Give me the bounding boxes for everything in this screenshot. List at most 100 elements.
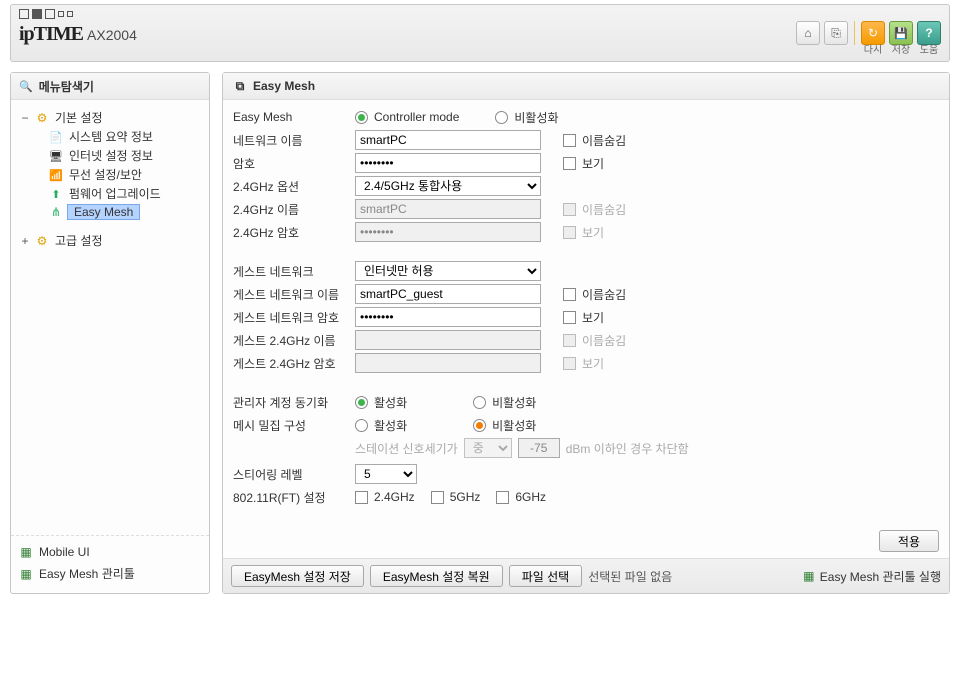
easymesh-disabled-label[interactable]: 비활성화 — [514, 109, 558, 126]
mesh-dense-label: 메시 밀집 구성 — [233, 417, 355, 434]
steering-level-select[interactable]: 5 — [355, 464, 417, 484]
network-name-hide-checkbox[interactable] — [563, 134, 576, 147]
admin-sync-enable-label[interactable]: 활성화 — [374, 394, 407, 411]
ft-6ghz-label[interactable]: 6GHz — [515, 490, 546, 504]
reload-caption: 다시 — [864, 46, 882, 56]
mobile-ui-label: Mobile UI — [39, 545, 90, 559]
controller-mode-radio[interactable] — [355, 111, 368, 124]
pw-24ghz-label: 2.4GHz 암호 — [233, 224, 355, 241]
ft-5ghz-label[interactable]: 5GHz — [450, 490, 481, 504]
admin-sync-label: 관리자 계정 동기화 — [233, 394, 355, 411]
logout-button[interactable] — [824, 21, 848, 45]
tree-item-wireless-settings[interactable]: 무선 설정/보안 — [15, 165, 205, 184]
easy-mesh-manager-label: Easy Mesh 관리툴 — [39, 565, 135, 582]
tree-advanced-settings[interactable]: + 고급 설정 — [15, 231, 205, 250]
easymesh-save-settings-button[interactable]: EasyMesh 설정 저장 — [231, 565, 364, 587]
guest-pw-show-checkbox[interactable] — [563, 311, 576, 324]
toolbar-separator — [854, 21, 855, 45]
help-icon — [925, 26, 932, 40]
mesh-dense-disable-radio[interactable] — [473, 419, 486, 432]
nav-tree: − 기본 설정 시스템 요약 정보 인터넷 설정 정보 무선 설정/보안 펌웨어… — [11, 100, 209, 535]
gear-icon — [35, 234, 49, 248]
ft-6ghz-checkbox[interactable] — [496, 491, 509, 504]
guest-name-input[interactable] — [355, 284, 541, 304]
grid-icon — [19, 567, 33, 581]
option-24ghz-select[interactable]: 2.4/5GHz 통합사용 — [355, 176, 541, 196]
sidebar-title: 메뉴탐색기 — [11, 73, 209, 100]
guest-name-hide-checkbox[interactable] — [563, 288, 576, 301]
reload-button[interactable] — [861, 21, 885, 45]
password-show-checkbox[interactable] — [563, 157, 576, 170]
run-manager-link[interactable]: Easy Mesh 관리툴 실행 — [802, 568, 941, 585]
panel-footer: EasyMesh 설정 저장 EasyMesh 설정 복원 파일 선택 선택된 … — [223, 558, 949, 593]
admin-sync-enable-radio[interactable] — [355, 396, 368, 409]
tree-label: Easy Mesh — [67, 204, 140, 220]
copy-icon — [233, 79, 247, 94]
window-decoration — [19, 9, 941, 19]
admin-sync-disable-radio[interactable] — [473, 396, 486, 409]
file-status-text: 선택된 파일 없음 — [588, 568, 672, 585]
panel-title: Easy Mesh — [253, 79, 315, 93]
sidebar: 메뉴탐색기 − 기본 설정 시스템 요약 정보 인터넷 설정 정보 무선 설정/… — [10, 72, 210, 594]
easymesh-label: Easy Mesh — [233, 110, 355, 124]
gear-icon — [35, 111, 49, 125]
network-name-hide-label[interactable]: 이름숨김 — [582, 132, 626, 149]
home-button[interactable] — [796, 21, 820, 45]
password-input[interactable] — [355, 153, 541, 173]
name-24ghz-hide-label: 이름숨김 — [582, 201, 626, 218]
guest-network-label: 게스트 네트워크 — [233, 263, 355, 280]
save-icon — [894, 26, 908, 40]
file-select-button[interactable]: 파일 선택 — [509, 565, 583, 587]
tree-label: 무선 설정/보안 — [67, 166, 144, 183]
admin-sync-disable-label[interactable]: 비활성화 — [492, 394, 536, 411]
brand-model: AX2004 — [87, 27, 137, 43]
tree-item-firmware-upgrade[interactable]: 펌웨어 업그레이드 — [15, 184, 205, 203]
easymesh-disabled-radio[interactable] — [495, 111, 508, 124]
grid-icon — [19, 545, 33, 559]
mesh-dense-disable-label[interactable]: 비활성화 — [492, 417, 536, 434]
guest-name-label: 게스트 네트워크 이름 — [233, 286, 355, 303]
mesh-dense-enable-radio[interactable] — [355, 419, 368, 432]
help-button[interactable] — [917, 21, 941, 45]
ft-setting-label: 802.11R(FT) 설정 — [233, 489, 355, 506]
steering-label: 스티어링 레벨 — [233, 466, 355, 483]
mobile-ui-link[interactable]: Mobile UI — [17, 542, 203, 562]
pw-24ghz-show-label: 보기 — [582, 224, 604, 241]
tree-item-internet-settings[interactable]: 인터넷 설정 정보 — [15, 146, 205, 165]
search-icon — [19, 79, 33, 93]
name-24ghz-label: 2.4GHz 이름 — [233, 201, 355, 218]
station-post-text: dBm 이하인 경우 차단함 — [566, 440, 689, 457]
network-name-input[interactable] — [355, 130, 541, 150]
name-24ghz-hide-checkbox — [563, 203, 576, 216]
tree-item-easy-mesh[interactable]: Easy Mesh — [15, 203, 205, 221]
header-toolbar: 다시 저장 도움 — [796, 21, 941, 56]
mesh-dense-enable-label[interactable]: 활성화 — [374, 417, 407, 434]
ft-5ghz-checkbox[interactable] — [431, 491, 444, 504]
tree-basic-settings[interactable]: − 기본 설정 — [15, 108, 205, 127]
guest-network-select[interactable]: 인터넷만 허용 — [355, 261, 541, 281]
pw-24ghz-show-checkbox — [563, 226, 576, 239]
easymesh-restore-settings-button[interactable]: EasyMesh 설정 복원 — [370, 565, 503, 587]
expand-icon[interactable]: + — [19, 234, 31, 248]
logout-icon — [831, 26, 841, 41]
guest-24ghz-show-label: 보기 — [582, 355, 604, 372]
ft-24ghz-label[interactable]: 2.4GHz — [374, 490, 415, 504]
option-24ghz-label: 2.4GHz 옵션 — [233, 178, 355, 195]
network-name-label: 네트워크 이름 — [233, 132, 355, 149]
station-threshold-row: 스테이션 신호세기가 중 dBm 이하인 경우 차단함 — [355, 438, 689, 458]
guest-pw-input[interactable] — [355, 307, 541, 327]
guest-24ghz-name-input — [355, 330, 541, 350]
header-bar: ipTIME AX2004 다시 저장 도움 — [10, 4, 950, 62]
apply-button[interactable]: 적용 — [879, 530, 939, 552]
save-button[interactable] — [889, 21, 913, 45]
tree-item-system-summary[interactable]: 시스템 요약 정보 — [15, 127, 205, 146]
password-show-label[interactable]: 보기 — [582, 155, 604, 172]
tree-label: 기본 설정 — [53, 109, 105, 126]
guest-pw-show-label[interactable]: 보기 — [582, 309, 604, 326]
ft-24ghz-checkbox[interactable] — [355, 491, 368, 504]
help-caption: 도움 — [920, 46, 938, 56]
guest-name-hide-label[interactable]: 이름숨김 — [582, 286, 626, 303]
easy-mesh-manager-link[interactable]: Easy Mesh 관리툴 — [17, 562, 203, 585]
collapse-icon[interactable]: − — [19, 111, 31, 125]
controller-mode-label[interactable]: Controller mode — [374, 110, 459, 124]
